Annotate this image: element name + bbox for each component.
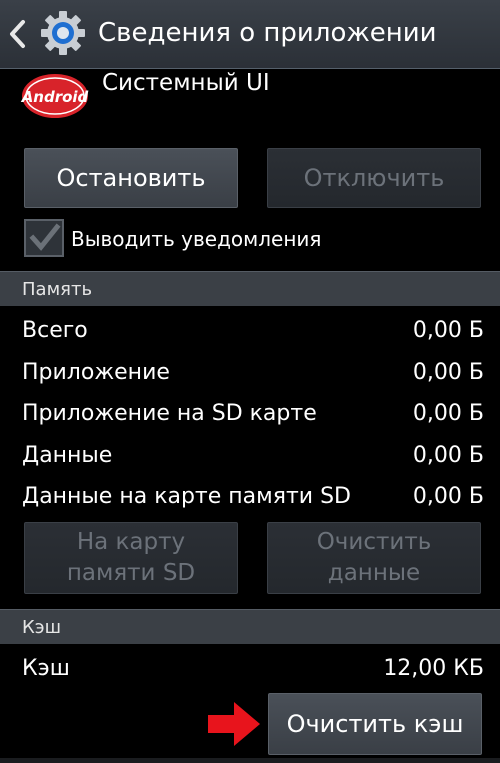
cache-row-label: Кэш: [22, 656, 70, 681]
storage-row-value: 0,00 Б: [412, 360, 484, 385]
storage-section-header: Память: [0, 271, 500, 306]
bottom-edge: [0, 758, 500, 763]
clear-data-button[interactable]: Очистить данные: [267, 522, 481, 594]
move-to-sd-label-line1: На карту: [76, 529, 186, 555]
action-bar: Сведения о приложении: [0, 0, 500, 69]
storage-row-value: 0,00 Б: [412, 484, 484, 509]
clear-data-label-line2: данные: [327, 560, 421, 586]
clear-data-label-line1: Очистить: [316, 529, 432, 555]
app-name: Системный UI: [102, 70, 270, 96]
cache-row-value: 12,00 КБ: [383, 656, 484, 681]
red-arrow-icon: [208, 702, 260, 746]
storage-section-title: Память: [22, 279, 93, 300]
notifications-checkbox[interactable]: [24, 219, 64, 257]
cache-section-header: Кэш: [0, 609, 500, 644]
storage-row: Всего 0,00 Б: [22, 318, 484, 348]
storage-row-value: 0,00 Б: [412, 318, 484, 343]
storage-row: Данные на карте памяти SD 0,00 Б: [22, 484, 484, 514]
cache-row: Кэш 12,00 КБ: [22, 656, 484, 686]
storage-row-value: 0,00 Б: [412, 443, 484, 468]
storage-row: Приложение 0,00 Б: [22, 360, 484, 390]
storage-row-value: 0,00 Б: [412, 401, 484, 426]
storage-row-label: Всего: [22, 318, 88, 343]
storage-row: Данные 0,00 Б: [22, 443, 484, 473]
notifications-label: Выводить уведомления: [71, 227, 322, 251]
page-title: Сведения о приложении: [98, 18, 437, 48]
cache-section-title: Кэш: [22, 617, 62, 638]
move-to-sd-label-line2: памяти SD: [66, 560, 196, 586]
storage-row-label: Приложение: [22, 360, 170, 385]
storage-row-label: Приложение на SD карте: [22, 401, 317, 426]
gear-icon[interactable]: [40, 10, 86, 56]
stop-button[interactable]: Остановить: [24, 148, 238, 208]
move-to-sd-button[interactable]: На карту памяти SD: [24, 522, 238, 594]
disable-button[interactable]: Отключить: [267, 148, 481, 208]
android-kitkat-logo-icon: Android: [21, 74, 89, 118]
svg-text:Android: Android: [21, 88, 89, 106]
storage-row: Приложение на SD карте 0,00 Б: [22, 401, 484, 431]
storage-row-label: Данные: [22, 443, 113, 468]
storage-row-label: Данные на карте памяти SD: [22, 484, 351, 509]
checkmark-icon: [29, 223, 61, 251]
clear-cache-button[interactable]: Очистить кэш: [268, 693, 482, 755]
back-chevron-icon[interactable]: [8, 16, 26, 52]
